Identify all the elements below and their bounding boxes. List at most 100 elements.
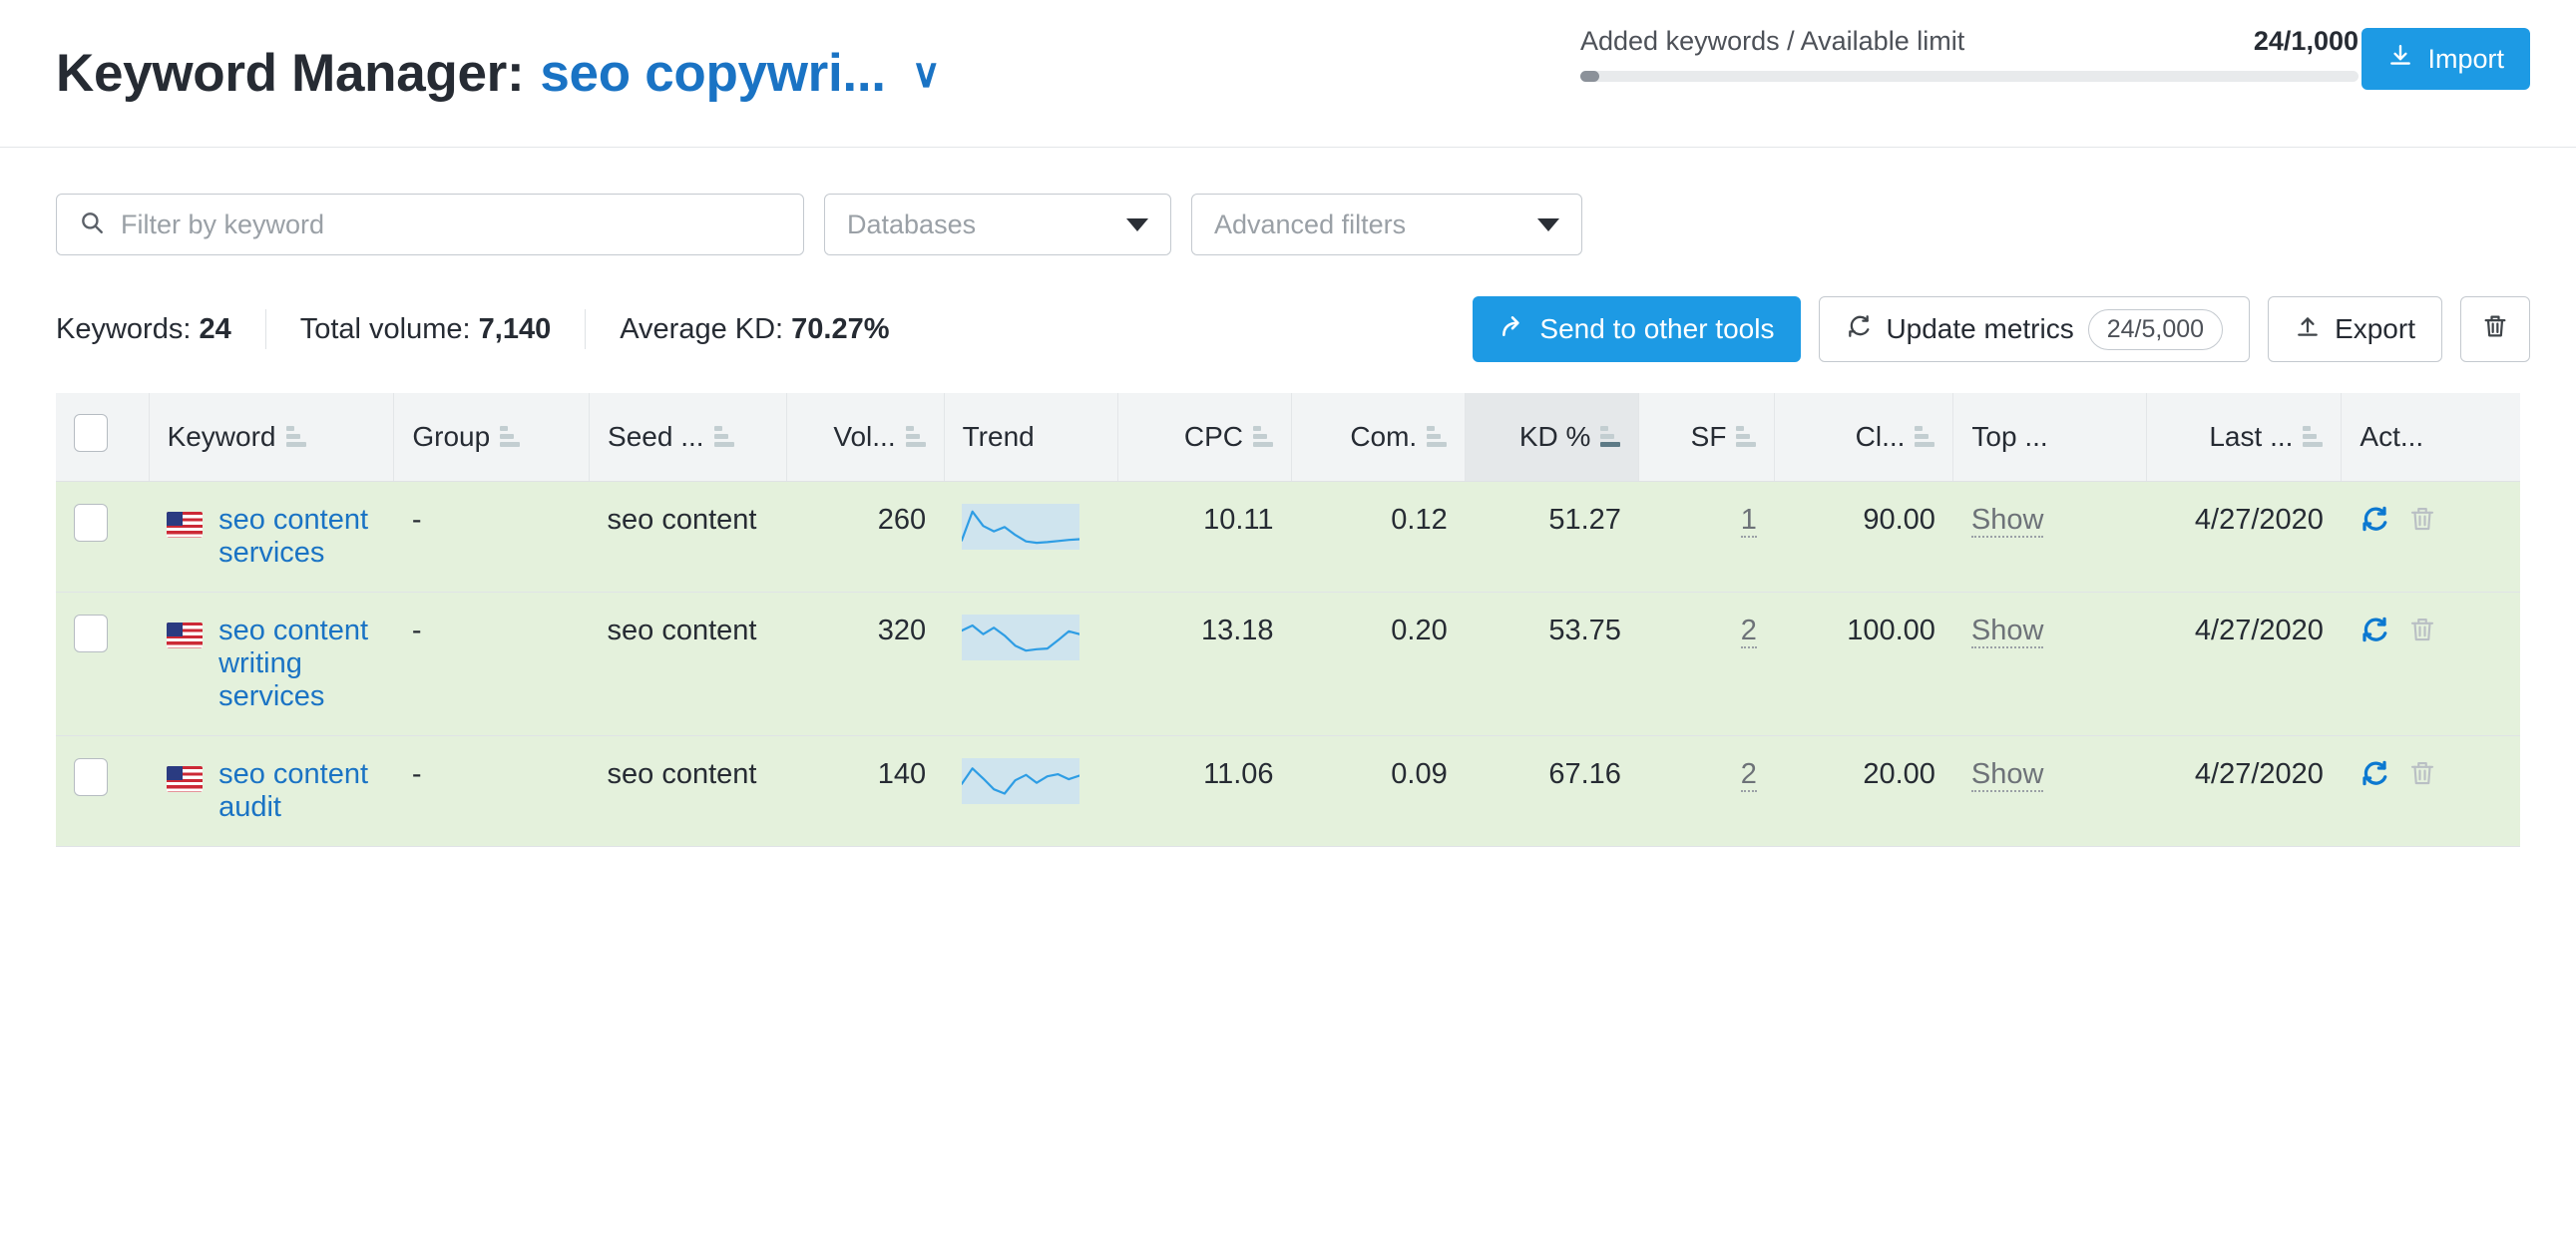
competition-cell: 0.09 (1291, 735, 1466, 847)
keyword-limit-progressbar (1580, 71, 2359, 82)
column-label-group: Group (412, 420, 491, 452)
column-header-last-update[interactable]: Last ... (2145, 393, 2342, 482)
column-header-keyword[interactable]: Keyword (148, 393, 394, 482)
table-row[interactable]: seo content writing services - seo content… (56, 592, 2520, 736)
column-header-kd[interactable]: KD % (1465, 393, 1639, 482)
column-header-seed-keyword[interactable]: Seed ... (589, 393, 787, 482)
column-label-sf: SF (1690, 420, 1727, 452)
sort-icon[interactable] (1915, 426, 1935, 448)
competition-cell: 0.20 (1291, 592, 1466, 736)
column-header-trend: Trend (943, 393, 1118, 482)
row-checkbox[interactable] (74, 614, 108, 652)
app-header: Keyword Manager: seo copywri... ∨ Added … (0, 0, 2576, 148)
databases-dropdown[interactable]: Databases (824, 194, 1171, 255)
column-header-competition[interactable]: Com. (1291, 393, 1466, 482)
sf-cell: 2 (1638, 735, 1775, 847)
row-select-cell (56, 735, 150, 847)
keyword-link[interactable]: seo content writing services (218, 615, 376, 713)
export-button[interactable]: Export (2268, 296, 2442, 362)
row-select-cell (56, 481, 150, 593)
group-cell: - (393, 735, 590, 847)
column-header-sf[interactable]: SF (1638, 393, 1775, 482)
sort-icon[interactable] (905, 426, 926, 448)
update-metrics-button[interactable]: Update metrics 24/5,000 (1819, 296, 2251, 362)
import-button-label: Import (2427, 43, 2504, 74)
project-name-link[interactable]: seo copywri... (540, 43, 886, 104)
volume-cell: 320 (786, 592, 945, 736)
sf-value-link[interactable]: 2 (1740, 615, 1757, 649)
clicks-cell: 90.00 (1774, 481, 1953, 593)
trash-icon[interactable] (2407, 504, 2437, 534)
column-header-group[interactable]: Group (393, 393, 590, 482)
keyword-limit-block: Added keywords / Available limit 24/1,00… (1580, 26, 2359, 82)
seed-keyword-cell: seo content (589, 481, 787, 593)
seed-keyword-cell: seo content (589, 592, 787, 736)
column-label-last: Last ... (2209, 420, 2294, 452)
search-icon (79, 209, 105, 240)
sort-icon[interactable] (1427, 426, 1448, 448)
column-label-com: Com. (1350, 420, 1418, 452)
stats-and-actions-row: Keywords: 24 Total volume: 7,140 Average… (0, 255, 2576, 362)
stat-keywords-label: Keywords: (56, 312, 192, 345)
column-label-top: Top ... (1971, 420, 2048, 452)
chevron-down-icon[interactable]: ∨ (912, 54, 941, 94)
stat-kd-label: Average KD: (620, 312, 784, 345)
trash-icon[interactable] (2407, 615, 2437, 644)
refresh-icon[interactable] (2360, 504, 2389, 534)
table-actions: Send to other tools Update metrics 24/5,… (1473, 296, 2530, 362)
column-header-clicks[interactable]: Cl... (1774, 393, 1953, 482)
refresh-icon[interactable] (2360, 758, 2389, 788)
stat-total-volume: Total volume: 7,140 (266, 313, 586, 346)
table-row[interactable]: seo content services - seo content 260 10.11… (56, 481, 2520, 593)
delete-selected-button[interactable] (2460, 296, 2530, 362)
sf-cell: 1 (1638, 481, 1775, 593)
show-top-results-link[interactable]: Show (1970, 758, 2044, 793)
keywords-table-container: Keyword Group Seed ... Vol... Trend CPC … (0, 357, 2576, 847)
keyword-link[interactable]: seo content services (218, 504, 376, 570)
keyword-link[interactable]: seo content audit (218, 758, 376, 824)
search-input[interactable] (121, 208, 781, 240)
sort-icon[interactable] (1600, 426, 1621, 448)
send-to-other-tools-button[interactable]: Send to other tools (1473, 296, 1802, 362)
actions-cell (2341, 735, 2520, 847)
import-button[interactable]: Import (2361, 28, 2530, 90)
competition-cell: 0.12 (1291, 481, 1466, 593)
sort-icon[interactable] (713, 426, 734, 448)
sort-icon[interactable] (285, 426, 306, 448)
show-top-results-link[interactable]: Show (1970, 615, 2044, 649)
sort-icon[interactable] (1736, 426, 1757, 448)
trash-icon[interactable] (2407, 758, 2437, 788)
table-row[interactable]: seo content audit - seo content 140 11.06 0.0… (56, 735, 2520, 847)
advanced-filters-dropdown[interactable]: Advanced filters (1191, 194, 1582, 255)
search-box[interactable] (56, 194, 804, 255)
column-header-cpc[interactable]: CPC (1116, 393, 1292, 482)
select-all-checkbox[interactable] (74, 414, 108, 453)
sort-icon[interactable] (2303, 426, 2324, 448)
cpc-cell: 13.18 (1117, 592, 1292, 736)
row-checkbox[interactable] (74, 757, 108, 796)
row-checkbox[interactable] (74, 503, 108, 542)
show-top-results-link[interactable]: Show (1970, 504, 2044, 539)
column-header-volume[interactable]: Vol... (786, 393, 945, 482)
keyword-cell: seo content audit (149, 735, 394, 847)
sf-value-link[interactable]: 1 (1740, 504, 1757, 539)
column-label-kd: KD % (1518, 420, 1591, 452)
last-update-cell: 4/27/2020 (2146, 735, 2342, 847)
table-head: Keyword Group Seed ... Vol... Trend CPC … (56, 393, 2520, 482)
stat-volume-value: 7,140 (478, 312, 552, 345)
column-label-cpc: CPC (1183, 420, 1244, 452)
trend-cell (944, 481, 1118, 593)
actions-cell (2341, 481, 2520, 593)
column-label-clicks: Cl... (1855, 420, 1906, 452)
us-flag-icon (167, 622, 204, 648)
top-results-cell: Show (1952, 592, 2147, 736)
sort-icon[interactable] (500, 426, 521, 448)
column-label-seed: Seed ... (608, 420, 704, 452)
volume-cell: 260 (786, 481, 945, 593)
refresh-icon[interactable] (2360, 615, 2389, 644)
sort-icon[interactable] (1253, 426, 1274, 448)
keyword-cell: seo content services (149, 481, 394, 593)
table-body: seo content services - seo content 260 10.11… (56, 481, 2520, 847)
sf-value-link[interactable]: 2 (1740, 758, 1757, 793)
sf-cell: 2 (1638, 592, 1775, 736)
